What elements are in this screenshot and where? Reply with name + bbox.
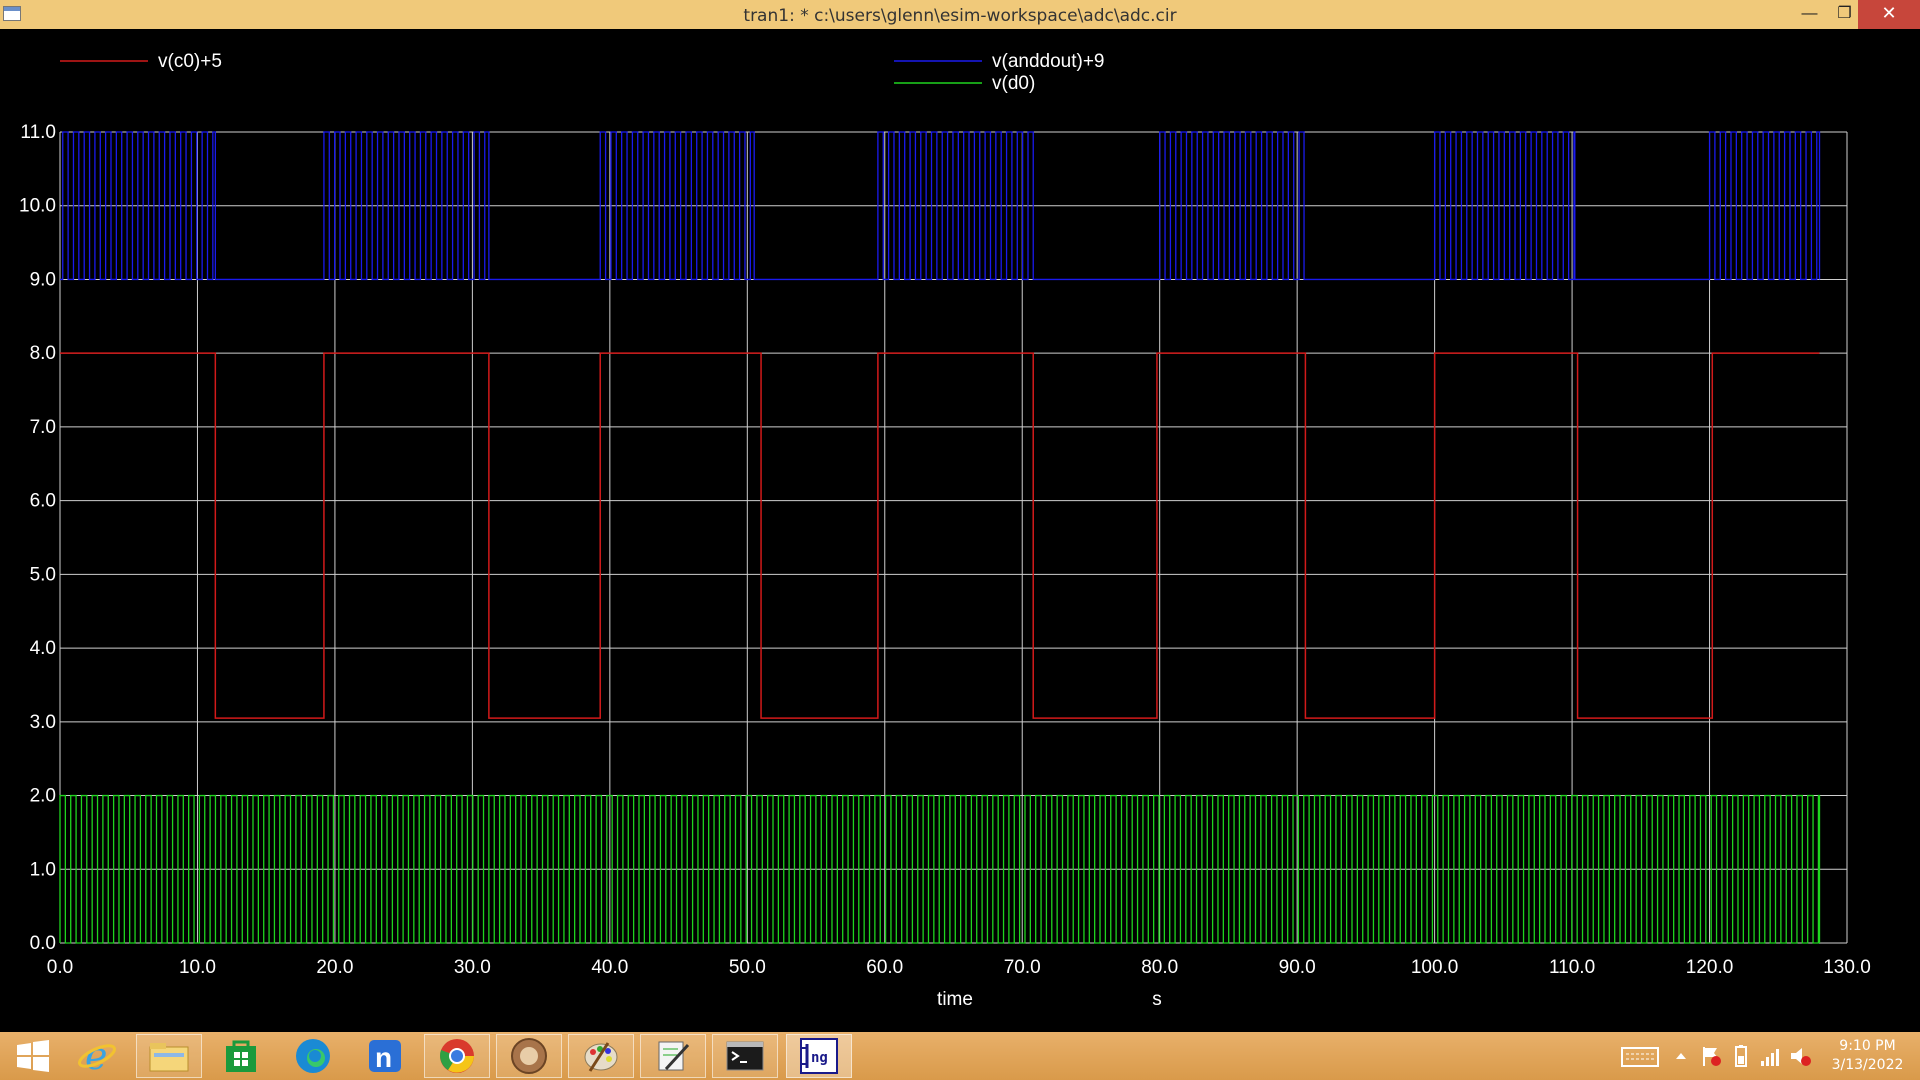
internet-explorer-taskbar-button[interactable]: e [64, 1034, 130, 1078]
x-axis-unit: s [1152, 989, 1162, 1010]
window-title: tran1: * c:\users\glenn\esim-workspace\a… [743, 6, 1177, 26]
y-tick-label: 3.0 [30, 712, 56, 733]
notes-edit-icon [658, 1041, 690, 1071]
paint-taskbar-button[interactable] [568, 1034, 634, 1078]
keyboard-icon[interactable] [1620, 1044, 1660, 1068]
y-tick-label: 10.0 [19, 196, 56, 217]
x-tick-label: 110.0 [1549, 957, 1595, 978]
system-tray [1620, 1032, 1814, 1080]
chrome-taskbar-button[interactable] [424, 1034, 490, 1078]
media-app-taskbar-button[interactable] [496, 1034, 562, 1078]
svg-text:n: n [375, 1042, 392, 1073]
action-center-flag-icon[interactable] [1698, 1044, 1724, 1068]
y-tick-label: 2.0 [30, 786, 56, 807]
start-button[interactable] [0, 1034, 66, 1078]
x-tick-label: 130.0 [1823, 957, 1871, 978]
y-tick-label: 1.0 [30, 859, 56, 880]
volume-muted-icon[interactable] [1788, 1044, 1814, 1068]
y-tick-label: 8.0 [30, 343, 56, 364]
series-v-c0-line [60, 352, 1820, 719]
folder-icon [149, 1043, 189, 1072]
legend-label: v(c0)+5 [158, 51, 222, 72]
battery-icon[interactable] [1728, 1044, 1754, 1068]
legend-label: v(d0) [992, 73, 1035, 94]
signal-icon[interactable] [1758, 1044, 1784, 1068]
chrome-icon [440, 1039, 474, 1073]
x-tick-label: 0.0 [47, 957, 73, 978]
taskbar: e n ng 9:10 PM 3/13/2022 [0, 1032, 1920, 1080]
edge-taskbar-button[interactable] [280, 1034, 346, 1078]
terminal-icon [726, 1041, 764, 1071]
y-tick-label: 11.0 [20, 122, 56, 143]
notepad-n-taskbar-button[interactable]: n [352, 1034, 418, 1078]
y-tick-label: 7.0 [30, 417, 56, 438]
x-tick-label: 20.0 [316, 957, 353, 978]
x-tick-label: 60.0 [866, 957, 903, 978]
clock-date: 3/13/2022 [1831, 1057, 1904, 1073]
y-tick-label: 9.0 [30, 269, 56, 290]
clock-time: 9:10 PM [1839, 1038, 1896, 1054]
store-icon [226, 1040, 256, 1072]
taskbar-clock[interactable]: 9:10 PM 3/13/2022 [1820, 1037, 1915, 1075]
x-tick-label: 10.0 [179, 957, 216, 978]
x-tick-label: 80.0 [1141, 957, 1178, 978]
file-explorer-taskbar-button[interactable] [136, 1034, 202, 1078]
terminal-taskbar-button[interactable] [712, 1034, 778, 1078]
x-axis-label: time [937, 989, 973, 1010]
x-tick-label: 90.0 [1279, 957, 1316, 978]
svg-text:e: e [85, 1036, 108, 1076]
x-tick-label: 40.0 [591, 957, 628, 978]
ngspice-icon: ng [800, 1038, 838, 1074]
x-tick-label: 50.0 [729, 957, 766, 978]
x-tick-label: 30.0 [454, 957, 491, 978]
y-tick-label: 0.0 [30, 933, 56, 954]
internet-explorer-icon: e [78, 1036, 116, 1076]
x-tick-label: 70.0 [1004, 957, 1041, 978]
y-tick-label: 6.0 [30, 491, 56, 512]
x-tick-label: 100.0 [1411, 957, 1459, 978]
media-app-icon [511, 1038, 547, 1074]
y-tick-label: 4.0 [30, 638, 56, 659]
notes-app-taskbar-button[interactable] [640, 1034, 706, 1078]
waveform-plot[interactable]: 0.0 10.0 20.0 30.0 40.0 50.0 60.0 70.0 80.0 90.0 1… [0, 29, 1920, 1032]
edge-icon [296, 1039, 330, 1073]
windows-logo-icon [17, 1040, 49, 1072]
svg-text:ng: ng [811, 1050, 828, 1066]
paint-palette-icon [584, 1042, 618, 1072]
legend-label: v(anddout)+9 [992, 51, 1105, 72]
title-bar: tran1: * c:\users\glenn\esim-workspace\a… [0, 0, 1920, 29]
x-tick-label: 120.0 [1686, 957, 1734, 978]
close-button[interactable]: ✕ [1858, 0, 1920, 29]
y-tick-label: 5.0 [30, 564, 56, 585]
ngspice-taskbar-button[interactable]: ng [786, 1034, 852, 1078]
n-app-icon: n [369, 1040, 401, 1073]
store-taskbar-button[interactable] [208, 1034, 274, 1078]
chevron-up-icon[interactable] [1668, 1044, 1694, 1068]
